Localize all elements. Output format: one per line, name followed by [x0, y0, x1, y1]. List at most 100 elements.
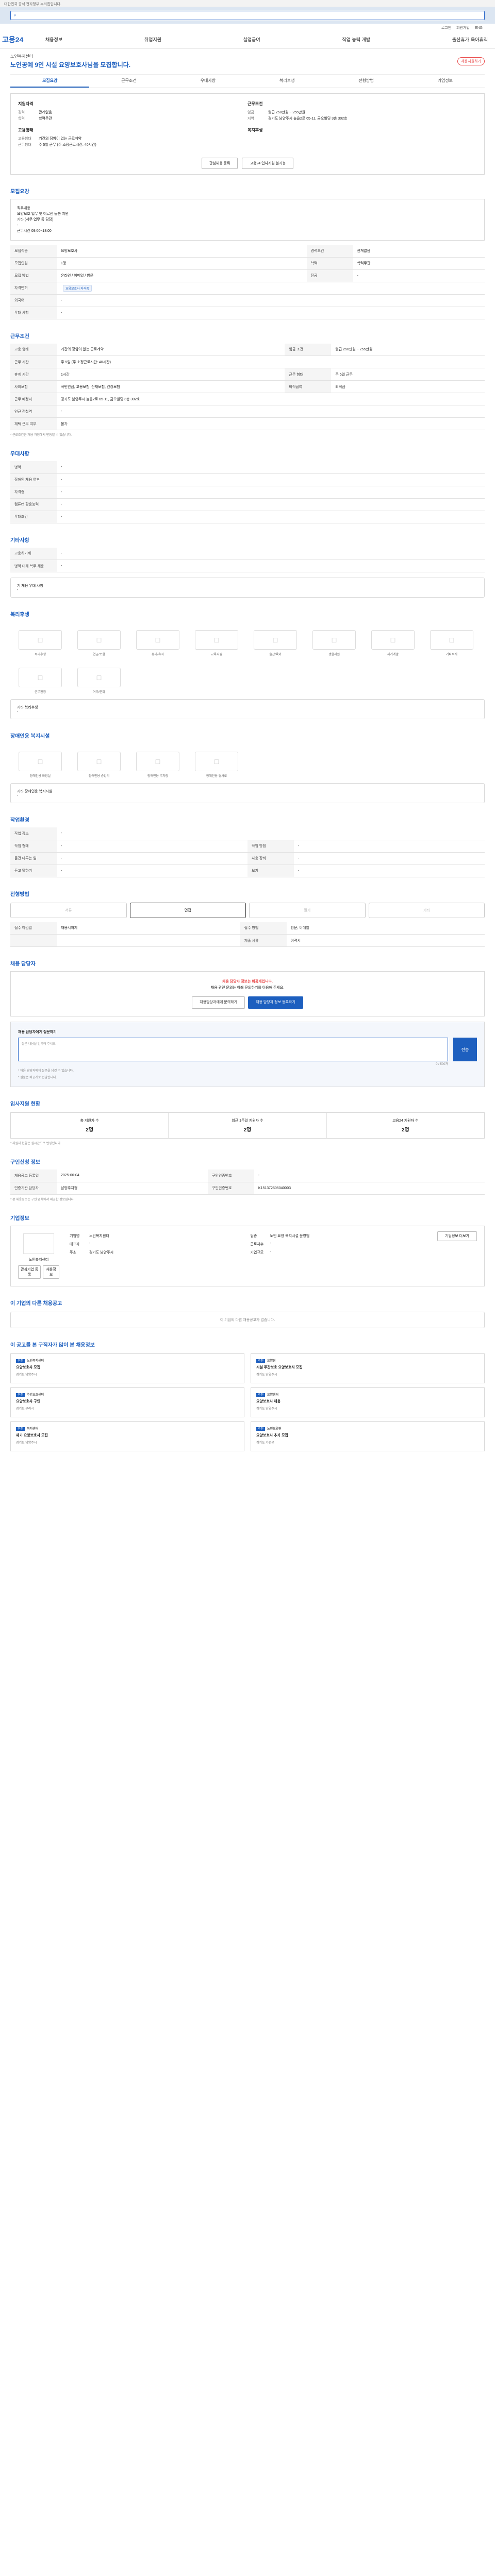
inquiry-send-button[interactable]: 전송	[453, 1038, 477, 1061]
stat-label: 고용24 지원자 수	[392, 1119, 419, 1123]
login-link[interactable]: 로그인	[441, 26, 451, 30]
inquiry-title: 채용 담당자에게 질문하기	[18, 1030, 57, 1034]
signup-link[interactable]: 회원가입	[456, 26, 470, 30]
tab-welfare[interactable]: 복리후생	[248, 75, 326, 88]
contact-inquiry-button[interactable]: 채용담당자에게 문의하기	[192, 996, 245, 1009]
recommend-card[interactable]: 추천 주간보호센터 요양보호사 구인 경기도 구리시	[10, 1387, 244, 1417]
favorite-job-button[interactable]: 관심채용 등록	[201, 158, 238, 169]
facility-label: 여가/문화	[93, 691, 105, 694]
table-key: 접수 방법	[240, 922, 287, 935]
facility-label: 기타복지	[446, 653, 458, 656]
recommend-card[interactable]: 추천 노인요양원 요양보호사 추가 모집 경기도 가평군	[251, 1421, 485, 1451]
table-key: 퇴직급여	[285, 380, 332, 393]
apply-badge[interactable]: 채용지원하기	[457, 57, 485, 65]
table-value: -	[57, 511, 485, 523]
etc-sub-value: -	[17, 588, 19, 592]
inquiry-count: 0 / 500자	[436, 1063, 448, 1066]
facility-icon: □	[312, 630, 356, 650]
facility-card: □ 장애인용 주차장	[136, 752, 179, 778]
inquiry-textarea[interactable]: 질문 내용을 입력해 주세요.	[18, 1038, 448, 1061]
table-row: 제출 서류 이력서	[10, 934, 485, 947]
table-value: -	[57, 486, 485, 499]
recommend-company-name: 노인요양원	[267, 1427, 282, 1431]
tab-recruit[interactable]: 모집요강	[10, 75, 90, 88]
kv-key: 지역	[248, 117, 254, 121]
facility-card: □ 교육지원	[195, 630, 238, 656]
recommend-card[interactable]: 추천 복지센터 재가 요양보호사 모집 경기도 남양주시	[10, 1421, 244, 1451]
tab-method[interactable]: 전형방법	[326, 75, 405, 88]
facility-card: □ 휴가/휴직	[136, 630, 179, 656]
recommend-grid: 추천 노인복지센터 요양보호사 모집 경기도 남양주시 추천 요양원 시설 주간보호 요양보…	[10, 1353, 485, 1451]
table-value: 불가	[57, 417, 485, 430]
tab-pref[interactable]: 우대사항	[169, 75, 248, 88]
search-input[interactable]: ⌕	[10, 11, 485, 20]
table-value: -	[57, 865, 248, 877]
table-value: -	[254, 1170, 485, 1182]
table-row: 고용허가제 -	[10, 547, 485, 560]
nav-leave[interactable]: 출산휴가·육아휴직	[452, 36, 488, 43]
table-row: 작업 형태 - 작업 방법 -	[10, 840, 485, 853]
company-info-key: 근로자수	[250, 1242, 264, 1246]
table-key: 인근 전철역	[10, 405, 57, 418]
apply-button[interactable]: 고용24 입사지원 불가능	[242, 158, 294, 169]
lang-link[interactable]: ENG	[475, 26, 483, 30]
nav-support[interactable]: 취업지원	[144, 36, 161, 43]
contact-line1: 채용 담당자 정보는 비공개입니다.	[222, 980, 273, 984]
etc-sub-title: 기 채용 우대 사항	[17, 584, 43, 588]
recommend-card[interactable]: 추천 노인복지센터 요양보호사 모집 경기도 남양주시	[10, 1353, 244, 1383]
util-menu: 로그인 회원가입 ENG	[0, 24, 495, 31]
table-key: 물건 다루는 일	[10, 852, 57, 865]
summary-heading: 복지후생	[248, 128, 263, 132]
table-key: 모집인원	[10, 257, 57, 270]
section-title: 이 공고를 본 구직자가 많이 본 채용정보	[10, 1342, 95, 1348]
company-info-key: 주소	[70, 1250, 76, 1255]
recommend-title[interactable]: 재가 요양보호사 모집	[16, 1433, 239, 1438]
table-value: 주 5일 근무	[331, 368, 485, 381]
favorite-company-button[interactable]: 관심기업 등록	[18, 1265, 41, 1279]
site-logo[interactable]: 고용24	[2, 35, 45, 45]
recommend-title[interactable]: 시설 주간보호 요양보호사 모집	[256, 1365, 479, 1370]
kv-key: 임금	[248, 111, 254, 114]
nav-training[interactable]: 직업 능력 개발	[342, 36, 370, 43]
disab-sub-title: 기타 장애인용 복지시설	[17, 790, 53, 793]
company-info-value: 노인복지센터	[89, 1234, 109, 1238]
company-jobs-button[interactable]: 채용정보	[43, 1265, 59, 1279]
section-title: 구인신청 정보	[10, 1160, 40, 1165]
table-value: -	[57, 827, 485, 840]
recommend-card[interactable]: 추천 요양센터 요양보호사 채용 경기도 남양주시	[251, 1387, 485, 1417]
table-value: 퇴직금	[331, 380, 485, 393]
company-more-button[interactable]: 기업정보 더보기	[437, 1231, 477, 1241]
recommend-card[interactable]: 추천 요양원 시설 주간보호 요양보호사 모집 경기도 남양주시	[251, 1353, 485, 1383]
recommend-title[interactable]: 요양보호사 추가 모집	[256, 1433, 479, 1438]
recommend-title[interactable]: 요양보호사 채용	[256, 1399, 479, 1404]
section-title: 모집요강	[10, 189, 29, 195]
table-row: 근무 시간 주 5일 (주 소정근로시간: 40시간)	[10, 355, 485, 368]
tab-work[interactable]: 근무조건	[89, 75, 168, 88]
table-row: 접수 마감일 채용시까지 접수 방법 방문, 이메일	[10, 922, 485, 935]
recommend-title[interactable]: 요양보호사 모집	[16, 1365, 239, 1370]
table-key: 작업 장소	[10, 827, 57, 840]
table-key: 제출 서류	[240, 934, 287, 947]
nav-unemployment[interactable]: 실업급여	[243, 36, 260, 43]
contact-register-button[interactable]: 채용 담당자 정보 등록하기	[248, 996, 303, 1009]
table-row: 병역 -	[10, 461, 485, 474]
facility-card: □ 여가/문화	[77, 668, 121, 694]
recommend-badge: 추천	[16, 1393, 25, 1397]
nav-jobs[interactable]: 채용정보	[45, 36, 62, 43]
tab-company[interactable]: 기업정보	[406, 75, 485, 88]
recommend-badge: 추천	[256, 1427, 266, 1431]
facility-icon: □	[371, 630, 415, 650]
kv-value: 경기도 남양주시 늘을2로 65-11, 금오빌딩 3층 302호	[268, 117, 348, 121]
stat-item: 고용24 지원자 수 2명	[327, 1113, 484, 1138]
table-key: 고용 형태	[10, 343, 57, 356]
table-row: 휴게 시간 1시간 근무 형태 주 5일 근무	[10, 368, 485, 381]
facility-card: □ 근무환경	[19, 668, 62, 694]
company-info-grid: 기업명 노인복지센터 업종 노인 요양 복지시설 운영업 대표자 - 근로자수 - 주소 경기도 …	[70, 1233, 427, 1279]
table-value: -	[57, 560, 485, 572]
recommend-company: 추천 노인복지센터	[16, 1358, 239, 1363]
table-key: 병역 대체 복무 채용	[10, 560, 57, 572]
recommend-title[interactable]: 요양보호사 구인	[16, 1399, 239, 1404]
table-value: 요양보호사	[57, 245, 307, 258]
table-value: 월급 250만원 ~ 255만원	[331, 343, 485, 356]
facility-card: □ 출산/육아	[254, 630, 297, 656]
